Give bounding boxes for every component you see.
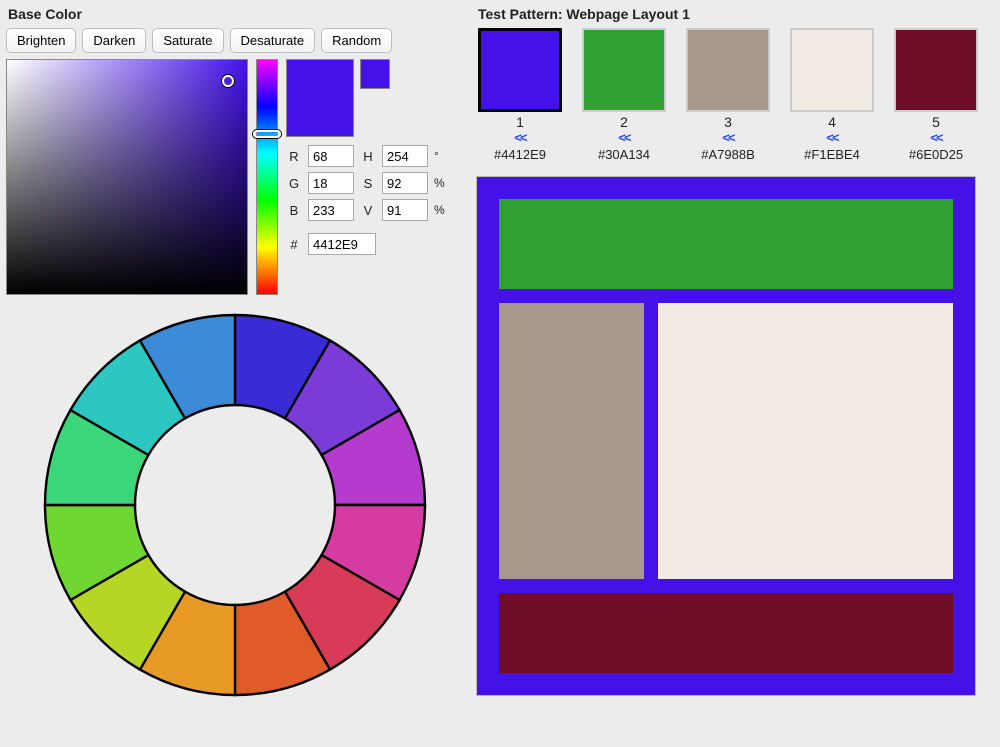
unit-pct2: % — [434, 203, 446, 217]
palette-swatch-3[interactable]: 3<< #A7988B — [684, 28, 772, 162]
label-b: B — [286, 203, 302, 218]
color-tool-buttons: Brighten Darken Saturate Desaturate Rand… — [6, 28, 464, 53]
palette-swatch-set-arrow[interactable]: << — [892, 130, 980, 145]
unit-deg: ° — [434, 149, 446, 163]
palette-swatch-4[interactable]: 4<< #F1EBE4 — [788, 28, 876, 162]
base-color-title: Base Color — [8, 6, 464, 22]
layout-sidebar-block — [499, 303, 644, 579]
input-h[interactable] — [382, 145, 428, 167]
palette-swatch-set-arrow[interactable]: << — [476, 130, 564, 145]
input-b[interactable] — [308, 199, 354, 221]
label-g: G — [286, 176, 302, 191]
palette-swatch-number: 3 — [684, 114, 772, 130]
saturate-button[interactable]: Saturate — [152, 28, 223, 53]
palette-swatch-box[interactable] — [478, 28, 562, 112]
previous-color-swatch — [360, 59, 390, 89]
palette-swatch-number: 2 — [580, 114, 668, 130]
palette-swatch-number: 5 — [892, 114, 980, 130]
desaturate-button[interactable]: Desaturate — [230, 28, 316, 53]
palette-swatch-list: 1<<#4412E92<<#30A1343<<#A7988B4<<#F1EBE4… — [476, 28, 994, 162]
palette-swatch-number: 4 — [788, 114, 876, 130]
palette-swatch-set-arrow[interactable]: << — [788, 130, 876, 145]
hue-slider[interactable] — [256, 59, 278, 295]
palette-swatch-box[interactable] — [582, 28, 666, 112]
color-values-column: R H ° G S % B V % # — [286, 59, 464, 295]
test-pattern-title: Test Pattern: Webpage Layout 1 — [478, 6, 994, 22]
layout-header-block — [499, 199, 953, 289]
hue-cursor[interactable] — [253, 130, 281, 138]
brighten-button[interactable]: Brighten — [6, 28, 76, 53]
palette-swatch-box[interactable] — [686, 28, 770, 112]
palette-swatch-hex: #F1EBE4 — [788, 147, 876, 162]
input-s[interactable] — [382, 172, 428, 194]
palette-swatch-hex: #6E0D25 — [892, 147, 980, 162]
label-r: R — [286, 149, 302, 164]
palette-swatch-box[interactable] — [894, 28, 978, 112]
random-button[interactable]: Random — [321, 28, 392, 53]
input-g[interactable] — [308, 172, 354, 194]
input-hex[interactable] — [308, 233, 376, 255]
palette-swatch-set-arrow[interactable]: << — [580, 130, 668, 145]
unit-pct1: % — [434, 176, 446, 190]
input-v[interactable] — [382, 199, 428, 221]
layout-main-block — [658, 303, 953, 579]
color-wheel[interactable] — [6, 305, 464, 705]
palette-swatch-1[interactable]: 1<< #4412E9 — [476, 28, 564, 162]
label-hash: # — [286, 237, 302, 252]
label-v: V — [360, 203, 376, 218]
palette-swatch-set-arrow[interactable]: << — [684, 130, 772, 145]
input-r[interactable] — [308, 145, 354, 167]
palette-swatch-hex: #A7988B — [684, 147, 772, 162]
label-h: H — [360, 149, 376, 164]
label-s: S — [360, 176, 376, 191]
sv-cursor[interactable] — [222, 75, 234, 87]
layout-preview — [476, 176, 976, 696]
palette-swatch-hex: #4412E9 — [476, 147, 564, 162]
saturation-value-area[interactable] — [6, 59, 248, 295]
layout-footer-block — [499, 593, 953, 673]
palette-swatch-box[interactable] — [790, 28, 874, 112]
palette-swatch-number: 1 — [476, 114, 564, 130]
palette-swatch-2[interactable]: 2<< #30A134 — [580, 28, 668, 162]
palette-swatch-hex: #30A134 — [580, 147, 668, 162]
base-color-panel: Base Color Brighten Darken Saturate Desa… — [0, 0, 470, 747]
palette-swatch-5[interactable]: 5<< #6E0D25 — [892, 28, 980, 162]
current-color-swatch — [286, 59, 354, 137]
test-pattern-panel: Test Pattern: Webpage Layout 1 1<<#4412E… — [470, 0, 1000, 747]
darken-button[interactable]: Darken — [82, 28, 146, 53]
